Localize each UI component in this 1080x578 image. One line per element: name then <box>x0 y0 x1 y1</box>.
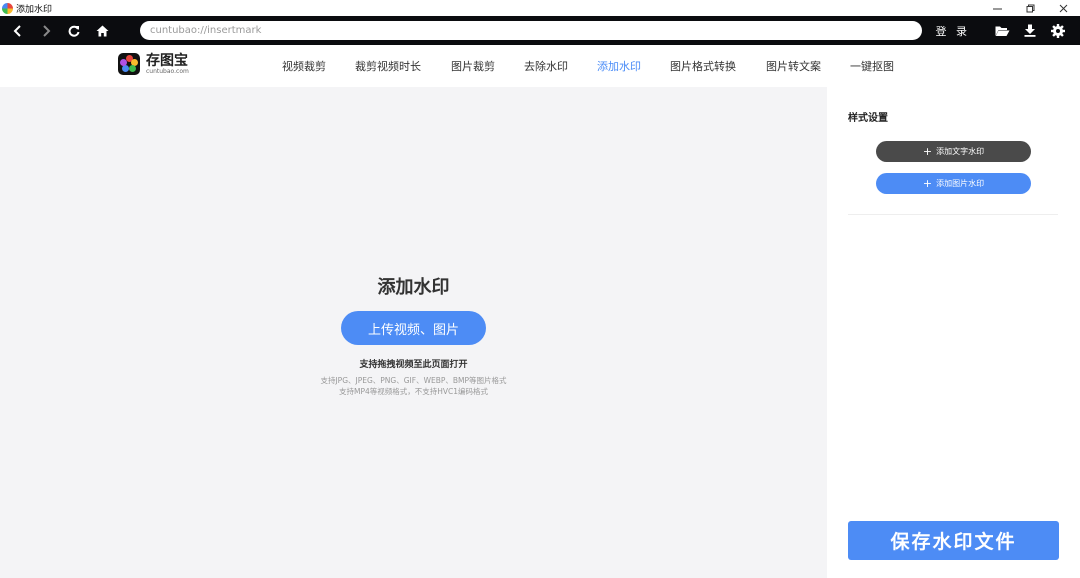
save-watermark-button[interactable]: 保存水印文件 <box>848 521 1059 560</box>
refresh-icon[interactable] <box>60 16 88 45</box>
window-title: 添加水印 <box>16 4 53 15</box>
nav-remove-watermark[interactable]: 去除水印 <box>524 58 568 74</box>
folder-icon[interactable] <box>988 25 1016 37</box>
panel-divider <box>848 214 1058 215</box>
app-logo-icon <box>2 2 13 14</box>
video-format-hint: 支持MP4等视频格式，不支持HVC1编码格式 <box>338 387 489 396</box>
image-format-hint: 支持JPG、JPEG、PNG、GIF、WEBP、BMP等图片格式 <box>320 376 507 385</box>
main-nav: 视频裁剪 裁剪视频时长 图片裁剪 去除水印 添加水印 图片格式转换 图片转文案 … <box>0 58 1080 74</box>
style-settings-panel: 样式设置 + 添加文字水印 + 添加图片水印 保存水印文件 <box>827 87 1080 578</box>
window-controls <box>981 0 1080 16</box>
forward-icon[interactable] <box>32 16 60 45</box>
browser-toolbar: cuntubao://insertmark 登 录 <box>0 16 1080 45</box>
login-button[interactable]: 登 录 <box>936 23 971 39</box>
add-text-watermark-label: 添加文字水印 <box>936 147 985 156</box>
home-icon[interactable] <box>88 16 116 45</box>
back-icon[interactable] <box>4 16 32 45</box>
restore-icon[interactable] <box>1014 0 1047 16</box>
site-header: 存图宝 cuntubao.com 视频裁剪 裁剪视频时长 图片裁剪 去除水印 添… <box>0 45 1080 87</box>
drag-hint: 支持拖拽视频至此页面打开 <box>359 360 468 370</box>
close-icon[interactable] <box>1047 0 1080 16</box>
nav-video-trim[interactable]: 裁剪视频时长 <box>355 58 421 74</box>
nav-image-crop[interactable]: 图片裁剪 <box>451 58 495 74</box>
add-image-watermark-button[interactable]: + 添加图片水印 <box>876 173 1031 194</box>
settings-icon[interactable] <box>1044 23 1072 38</box>
nav-add-watermark[interactable]: 添加水印 <box>597 58 641 74</box>
toolbar-right-actions: 登 录 <box>936 16 1073 45</box>
address-bar[interactable]: cuntubao://insertmark <box>140 21 922 40</box>
plus-icon: + <box>922 145 933 158</box>
minimize-icon[interactable] <box>981 0 1014 16</box>
nav-cutout[interactable]: 一键抠图 <box>850 58 894 74</box>
title-bar: 添加水印 <box>0 0 1080 16</box>
upload-button[interactable]: 上传视频、图片 <box>341 311 486 345</box>
nav-image-to-text[interactable]: 图片转文案 <box>766 58 821 74</box>
upload-workspace[interactable]: 添加水印 上传视频、图片 支持拖拽视频至此页面打开 支持JPG、JPEG、PNG… <box>0 87 827 578</box>
plus-icon: + <box>922 177 933 190</box>
panel-title: 样式设置 <box>848 113 888 124</box>
add-text-watermark-button[interactable]: + 添加文字水印 <box>876 141 1031 162</box>
nav-video-crop[interactable]: 视频裁剪 <box>282 58 326 74</box>
download-icon[interactable] <box>1016 24 1044 37</box>
add-image-watermark-label: 添加图片水印 <box>936 179 985 188</box>
page-title: 添加水印 <box>377 277 450 298</box>
nav-format-convert[interactable]: 图片格式转换 <box>670 58 736 74</box>
